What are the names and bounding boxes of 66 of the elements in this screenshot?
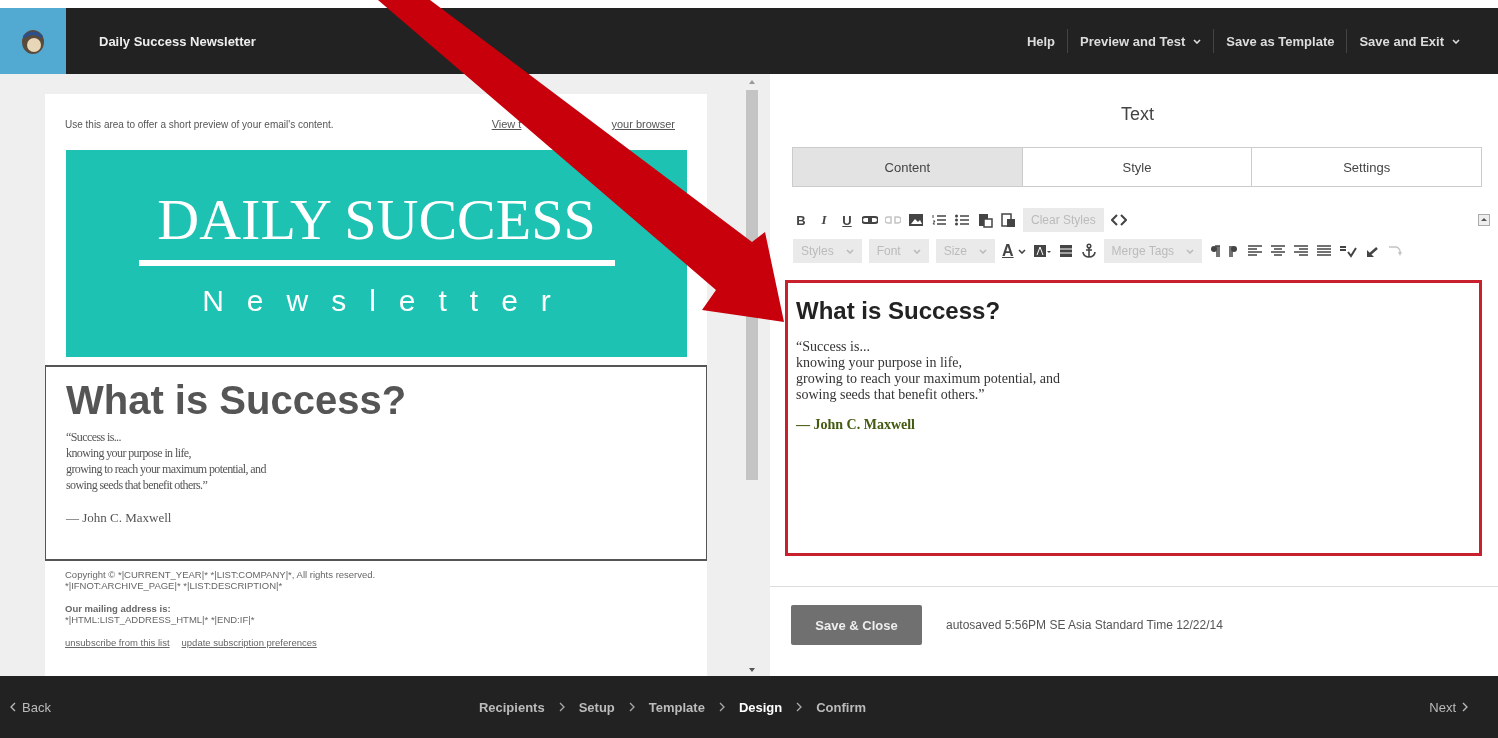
italic-button[interactable]: I bbox=[816, 209, 832, 231]
footer-link[interactable]: update subscription preferences bbox=[181, 637, 317, 648]
step-link[interactable]: Template bbox=[648, 699, 705, 715]
save-close-button[interactable]: Save & Close bbox=[791, 605, 922, 645]
bold-button[interactable]: B bbox=[793, 209, 809, 231]
highlight-icon[interactable] bbox=[1032, 243, 1051, 259]
scroll-down-icon[interactable] bbox=[749, 668, 755, 672]
browser-link[interactable]: View t bbox=[491, 118, 522, 130]
step-link[interactable]: Setup bbox=[578, 699, 615, 715]
justify-icon[interactable] bbox=[1316, 243, 1333, 259]
tab[interactable]: Content bbox=[793, 148, 1022, 186]
footer-link[interactable]: unsubscribe from this list bbox=[65, 637, 170, 648]
anchor-icon[interactable] bbox=[1080, 243, 1097, 259]
chevron-right-icon bbox=[558, 702, 565, 712]
panel-title: Text bbox=[1120, 104, 1155, 125]
quote-text: “Success is... knowing your purpose in life, growing to reach your maximum potential, and sowing seeds that benefit others.” bbox=[66, 429, 267, 493]
clipboard-icon[interactable] bbox=[977, 212, 993, 228]
caret-icon bbox=[1017, 248, 1026, 254]
step-link[interactable]: Recipients bbox=[478, 699, 545, 715]
menu-button[interactable]: Save as Template bbox=[1214, 33, 1347, 49]
chevron-right-icon bbox=[796, 702, 803, 712]
caret-icon bbox=[912, 248, 921, 254]
align-center-icon[interactable] bbox=[1270, 243, 1287, 259]
step-link[interactable]: Confirm bbox=[816, 699, 867, 715]
editor-heading: What is Success? bbox=[796, 297, 1002, 325]
align-right-icon[interactable] bbox=[1293, 243, 1310, 259]
banner-subtitle: Newsletter bbox=[202, 284, 574, 318]
text-block[interactable]: What is Success? “Success is... knowing your purpose in life, growing to reach your maximum potential, and sowing seeds that benefit others.” — John C. Maxwell bbox=[45, 365, 707, 561]
quote-author: — John C. Maxwell bbox=[66, 510, 173, 526]
menu-button[interactable]: Help bbox=[1014, 33, 1068, 49]
quote-text: “Success is... knowing your purpose in life, growing to reach your maximum potential, and sowing seeds that benefit others.” bbox=[796, 339, 1061, 403]
banner-title: DAILY SUCCESS bbox=[157, 188, 596, 252]
paragraph-icon[interactable] bbox=[1209, 243, 1222, 259]
numbered-list-icon[interactable] bbox=[931, 212, 947, 228]
block-heading: What is Success? bbox=[66, 377, 408, 423]
chevron-left-icon bbox=[10, 702, 16, 712]
back-link[interactable]: Back bbox=[10, 699, 51, 715]
caret-icon bbox=[845, 248, 854, 254]
chevron-right-icon bbox=[628, 702, 635, 712]
text-color-button[interactable]: A bbox=[1002, 240, 1026, 262]
spellcheck-icon[interactable] bbox=[1339, 243, 1358, 259]
code-icon[interactable] bbox=[1110, 212, 1127, 228]
clipboard-icon[interactable] bbox=[1000, 212, 1016, 228]
address-text: *|HTML:LIST_ADDRESS_HTML|* *|END:IF|* bbox=[65, 614, 256, 625]
align-left-icon[interactable] bbox=[1247, 243, 1264, 259]
caret-icon bbox=[1186, 248, 1195, 254]
autosave-status: autosaved 5:56PM SE Asia Standard Time 12/22/14 bbox=[946, 618, 1223, 632]
campaign-title: Daily Success Newsletter bbox=[99, 33, 256, 49]
bullet-list-icon[interactable] bbox=[954, 212, 970, 228]
menu-button[interactable]: Preview and Test bbox=[1068, 33, 1214, 49]
chevron-right-icon bbox=[1462, 702, 1468, 712]
browser-link[interactable]: your browser bbox=[611, 118, 675, 130]
image-icon[interactable] bbox=[908, 212, 924, 228]
address-label: Our mailing address is: bbox=[65, 603, 172, 614]
copyright-text: Copyright © *|CURRENT_YEAR|* *|LIST:COMPANY|*, All rights reserved. *|IFNOT:ARCHIVE_PAGE|* *|LIST:DESCRIPTION|* bbox=[65, 569, 377, 591]
text-editor[interactable]: What is Success? “Success is... knowing your purpose in life, growing to reach your maximum potential, and sowing seeds that benefit others.” — John C. Maxwell bbox=[785, 280, 1482, 556]
underline-button[interactable]: U bbox=[839, 209, 855, 231]
next-link[interactable]: Next bbox=[1429, 699, 1468, 715]
quote-author: — John C. Maxwell bbox=[796, 417, 916, 433]
caret-icon bbox=[979, 248, 988, 254]
menu-button[interactable]: Save and Exit bbox=[1347, 33, 1472, 49]
table-icon[interactable] bbox=[1057, 243, 1074, 259]
chevron-right-icon bbox=[718, 702, 725, 712]
step-link[interactable]: Design bbox=[738, 699, 783, 715]
collapse-icon[interactable] bbox=[1478, 214, 1490, 226]
preheader-text: Use this area to offer a short preview of your email's content. bbox=[65, 118, 334, 130]
